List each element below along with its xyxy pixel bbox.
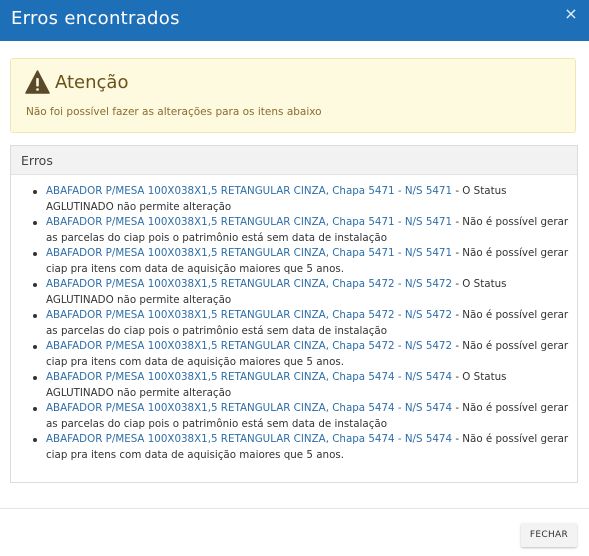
warning-alert: Atenção Não foi possível fazer as altera… — [10, 58, 576, 133]
close-icon[interactable]: × — [563, 5, 579, 23]
errors-panel-heading: Erros — [11, 146, 577, 175]
error-item-link[interactable]: ABAFADOR P/MESA 100X038X1,5 RETANGULAR C… — [46, 402, 452, 414]
error-item-link[interactable]: ABAFADOR P/MESA 100X038X1,5 RETANGULAR C… — [46, 371, 452, 383]
alert-message: Não foi possível fazer as alterações par… — [26, 106, 322, 118]
error-item-link[interactable]: ABAFADOR P/MESA 100X038X1,5 RETANGULAR C… — [46, 185, 452, 197]
error-item: ABAFADOR P/MESA 100X038X1,5 RETANGULAR C… — [31, 432, 576, 463]
error-item: ABAFADOR P/MESA 100X038X1,5 RETANGULAR C… — [31, 277, 576, 308]
dialog-title: Erros encontrados — [11, 8, 180, 29]
error-item-link[interactable]: ABAFADOR P/MESA 100X038X1,5 RETANGULAR C… — [46, 433, 452, 445]
error-item-link[interactable]: ABAFADOR P/MESA 100X038X1,5 RETANGULAR C… — [46, 247, 452, 259]
dialog-header: Erros encontrados × — [0, 0, 589, 41]
errors-panel-title: Erros — [21, 153, 53, 168]
error-item: ABAFADOR P/MESA 100X038X1,5 RETANGULAR C… — [31, 184, 576, 215]
footer-divider — [0, 508, 589, 509]
alert-title: Atenção — [55, 72, 129, 93]
errors-panel: Erros ABAFADOR P/MESA 100X038X1,5 RETANG… — [10, 145, 578, 483]
error-list: ABAFADOR P/MESA 100X038X1,5 RETANGULAR C… — [31, 184, 576, 463]
close-button[interactable]: FECHAR — [521, 523, 577, 547]
error-item: ABAFADOR P/MESA 100X038X1,5 RETANGULAR C… — [31, 308, 576, 339]
error-item-link[interactable]: ABAFADOR P/MESA 100X038X1,5 RETANGULAR C… — [46, 216, 452, 228]
error-item-link[interactable]: ABAFADOR P/MESA 100X038X1,5 RETANGULAR C… — [46, 278, 452, 290]
error-item: ABAFADOR P/MESA 100X038X1,5 RETANGULAR C… — [31, 246, 576, 277]
warning-icon — [25, 70, 50, 94]
error-item: ABAFADOR P/MESA 100X038X1,5 RETANGULAR C… — [31, 339, 576, 370]
error-item: ABAFADOR P/MESA 100X038X1,5 RETANGULAR C… — [31, 215, 576, 246]
error-item: ABAFADOR P/MESA 100X038X1,5 RETANGULAR C… — [31, 370, 576, 401]
error-item-link[interactable]: ABAFADOR P/MESA 100X038X1,5 RETANGULAR C… — [46, 309, 452, 321]
error-item: ABAFADOR P/MESA 100X038X1,5 RETANGULAR C… — [31, 401, 576, 432]
error-item-link[interactable]: ABAFADOR P/MESA 100X038X1,5 RETANGULAR C… — [46, 340, 452, 352]
